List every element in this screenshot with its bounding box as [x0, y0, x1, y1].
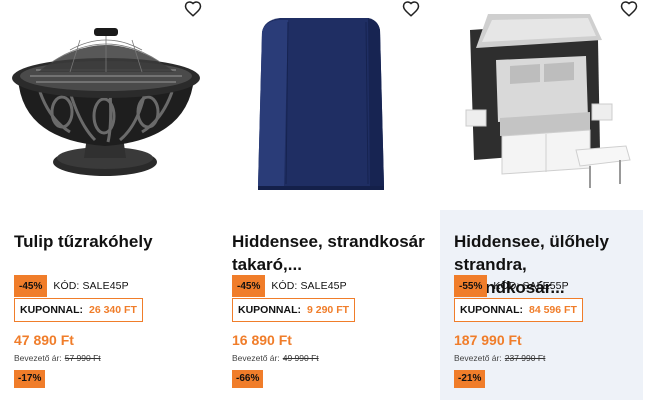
coupon-label: KUPONNAL:	[460, 304, 523, 316]
discount-badge: -17%	[14, 370, 46, 388]
product-grid: Tulip tűzrakóhely -45% KÓD: SALE45P KUPO…	[0, 0, 647, 400]
coupon-code-row: -55% KÓD: SALE55P	[454, 275, 569, 297]
intro-price-row: Bevezető ár: 49 990 Ft	[232, 353, 319, 363]
intro-price-row: Bevezető ár: 237 990 Ft	[454, 353, 545, 363]
coupon-code-row: -45% KÓD: SALE45P	[14, 275, 129, 297]
intro-price: 57 990 Ft	[64, 353, 101, 363]
coupon-percent-badge: -45%	[14, 275, 48, 297]
discount-badge: -66%	[232, 370, 264, 388]
intro-label: Bevezető ár:	[14, 353, 62, 363]
product-title[interactable]: Hiddensee, strandkosár takaró,...	[232, 230, 428, 276]
heart-outline-icon[interactable]	[184, 0, 202, 18]
product-info: Tulip tűzrakóhely -45% KÓD: SALE45P KUPO…	[0, 210, 218, 400]
coupon-price-box: KUPONNAL: 9 290 FT	[232, 298, 356, 322]
fire-pit-image[interactable]	[0, 0, 218, 206]
discount-badge: -21%	[454, 370, 486, 388]
coupon-label: KUPONNAL:	[20, 304, 83, 316]
beach-chair-cover-image[interactable]	[218, 0, 436, 206]
product-price: 47 890 Ft	[14, 332, 74, 348]
heart-outline-icon[interactable]	[402, 0, 420, 18]
product-info: Hiddensee, ülőhely strandra, strandkosár…	[440, 210, 643, 400]
coupon-code: KÓD: SALE45P	[53, 280, 129, 292]
product-title[interactable]: Tulip tűzrakóhely	[14, 230, 210, 253]
coupon-price-box: KUPONNAL: 26 340 FT	[14, 298, 143, 322]
coupon-code: KÓD: SALE45P	[271, 280, 347, 292]
product-card[interactable]: Hiddensee, ülőhely strandra, strandkosár…	[440, 0, 643, 400]
product-price: 187 990 Ft	[454, 332, 522, 348]
coupon-code: KÓD: SALE55P	[493, 280, 569, 292]
coupon-percent-badge: -55%	[454, 275, 488, 297]
coupon-percent-badge: -45%	[232, 275, 266, 297]
intro-price: 237 990 Ft	[504, 353, 546, 363]
product-card[interactable]: Tulip tűzrakóhely -45% KÓD: SALE45P KUPO…	[0, 0, 218, 400]
product-card[interactable]: Hiddensee, strandkosár takaró,... -45% K…	[218, 0, 436, 400]
product-price: 16 890 Ft	[232, 332, 292, 348]
coupon-code-row: -45% KÓD: SALE45P	[232, 275, 347, 297]
heart-outline-icon[interactable]	[620, 0, 638, 18]
product-info: Hiddensee, strandkosár takaró,... -45% K…	[218, 210, 436, 400]
intro-price-row: Bevezető ár: 57 990 Ft	[14, 353, 101, 363]
coupon-price-box: KUPONNAL: 84 596 FT	[454, 298, 583, 322]
intro-price: 49 990 Ft	[282, 353, 319, 363]
coupon-price: 84 596 FT	[529, 304, 577, 316]
coupon-label: KUPONNAL:	[238, 304, 301, 316]
beach-chair-image[interactable]	[440, 0, 643, 206]
intro-label: Bevezető ár:	[454, 353, 502, 363]
intro-label: Bevezető ár:	[232, 353, 280, 363]
coupon-price: 9 290 FT	[307, 304, 350, 316]
coupon-price: 26 340 FT	[89, 304, 137, 316]
